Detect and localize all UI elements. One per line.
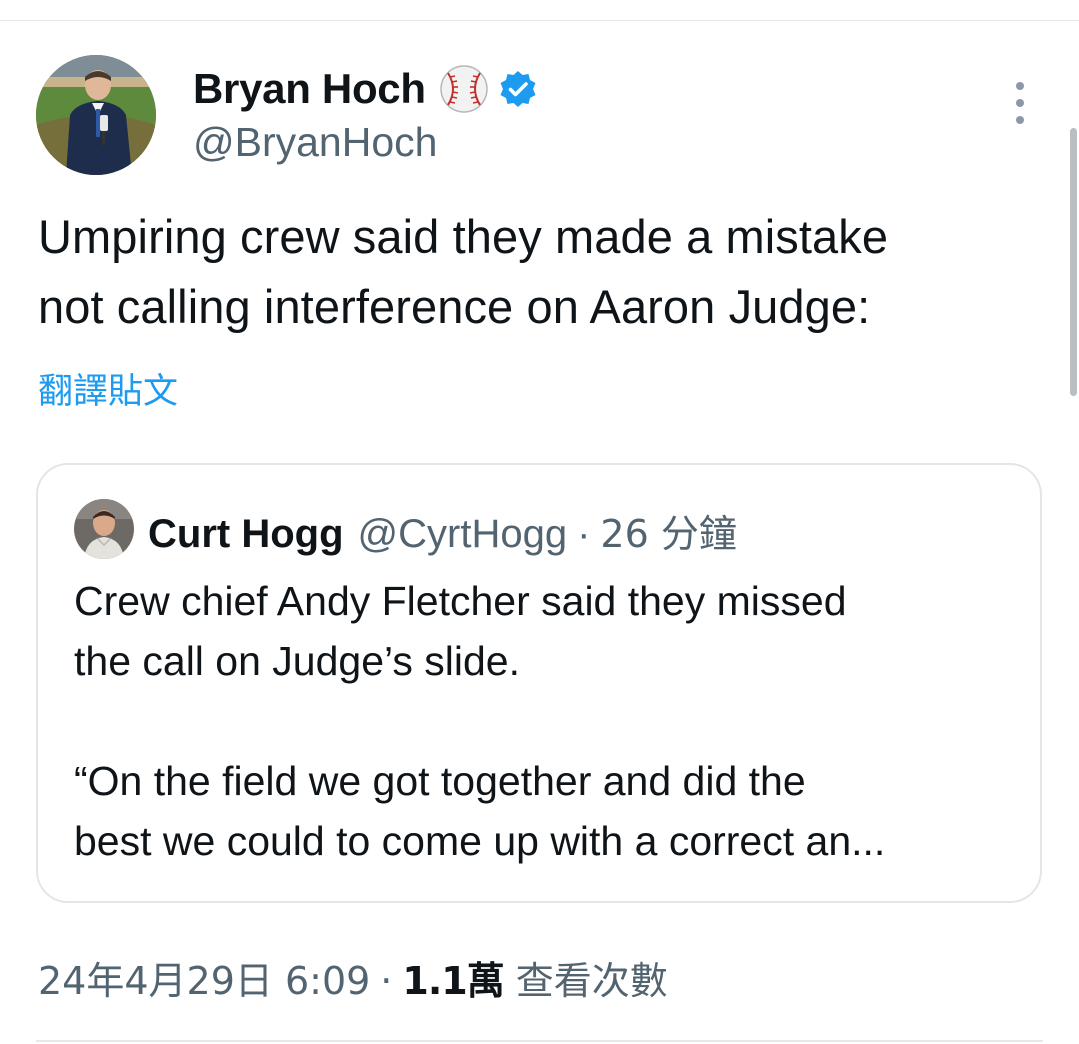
- view-count-label: 查看次數: [515, 959, 668, 1003]
- quote-separator: ·: [577, 512, 591, 556]
- tweet-timestamp[interactable]: 24年4月29日 6:09: [38, 950, 370, 1005]
- view-count[interactable]: 1.1萬: [402, 950, 504, 1005]
- top-divider: [0, 20, 1079, 21]
- author-name-row[interactable]: Bryan Hoch: [193, 62, 538, 116]
- quote-avatar-image: [74, 499, 134, 559]
- quote-text: Crew chief Andy Fletcher said they misse…: [74, 578, 886, 864]
- quote-display-name[interactable]: Curt Hogg: [148, 512, 344, 557]
- bottom-divider: [36, 1040, 1043, 1042]
- author-display-name[interactable]: Bryan Hoch: [193, 68, 426, 110]
- author-avatar-image: [36, 55, 156, 175]
- more-dot: [1016, 82, 1024, 90]
- quote-handle[interactable]: @CyrtHogg: [358, 512, 568, 557]
- tweet-text: Umpiring crew said they made a mistake n…: [38, 210, 889, 333]
- quoted-tweet-card[interactable]: Curt Hogg @CyrtHogg · 26 分鐘 Crew chief A…: [36, 463, 1042, 903]
- quote-header: Curt Hogg @CyrtHogg · 26 分鐘: [148, 503, 737, 558]
- translate-post-link[interactable]: 翻譯貼文: [38, 371, 178, 413]
- more-options-icon[interactable]: [1006, 82, 1034, 124]
- author-avatar[interactable]: [36, 55, 156, 175]
- meta-separator: ·: [380, 959, 393, 1003]
- scrollbar[interactable]: [1070, 128, 1077, 396]
- baseball-emoji-icon: [439, 65, 488, 113]
- more-dot: [1016, 99, 1024, 107]
- quote-author-avatar[interactable]: [74, 499, 134, 559]
- verified-badge-icon[interactable]: [498, 69, 538, 109]
- quote-timestamp[interactable]: 26 分鐘: [600, 503, 736, 558]
- tweet-meta: 24年4月29日 6:09 · 1.1萬 查看次數: [38, 950, 668, 1005]
- more-dot: [1016, 116, 1024, 124]
- author-handle[interactable]: @BryanHoch: [193, 118, 437, 167]
